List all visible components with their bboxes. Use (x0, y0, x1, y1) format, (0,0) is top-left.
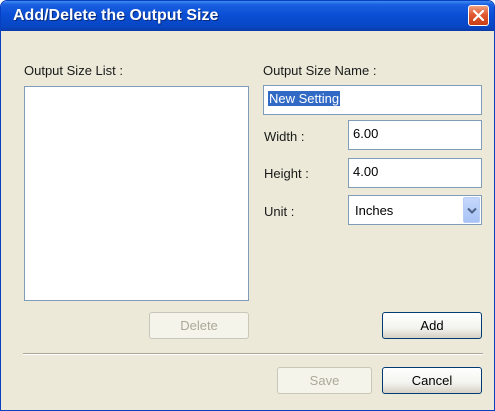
output-size-list-label: Output Size List : (24, 63, 123, 78)
unit-dropdown-button[interactable] (463, 197, 480, 223)
unit-value: Inches (355, 203, 394, 218)
height-value: 4.00 (353, 164, 379, 179)
close-icon (473, 10, 484, 21)
height-input[interactable]: 4.00 (348, 158, 482, 188)
chevron-down-icon (467, 207, 477, 214)
output-size-list[interactable] (24, 86, 249, 301)
add-button[interactable]: Add (382, 312, 482, 339)
close-button[interactable] (468, 5, 489, 26)
dialog-window: Add/Delete the Output Size Output Size L… (0, 0, 495, 411)
width-label: Width : (264, 129, 305, 144)
window-title: Add/Delete the Output Size (13, 7, 219, 24)
title-bar[interactable]: Add/Delete the Output Size (1, 1, 494, 31)
width-value: 6.00 (353, 126, 379, 141)
unit-select[interactable]: Inches (348, 195, 482, 225)
save-button[interactable]: Save (277, 367, 372, 394)
height-label: Height : (264, 166, 309, 181)
unit-label: Unit : (264, 204, 295, 219)
delete-button[interactable]: Delete (149, 312, 249, 339)
width-input[interactable]: 6.00 (348, 120, 482, 150)
output-size-name-label: Output Size Name : (263, 63, 377, 78)
dialog-body: Output Size List : Output Size Name : Ne… (1, 31, 494, 410)
cancel-button[interactable]: Cancel (382, 367, 482, 394)
output-size-name-value: New Setting (268, 91, 341, 106)
separator (23, 353, 483, 355)
output-size-name-input[interactable]: New Setting (263, 85, 482, 115)
